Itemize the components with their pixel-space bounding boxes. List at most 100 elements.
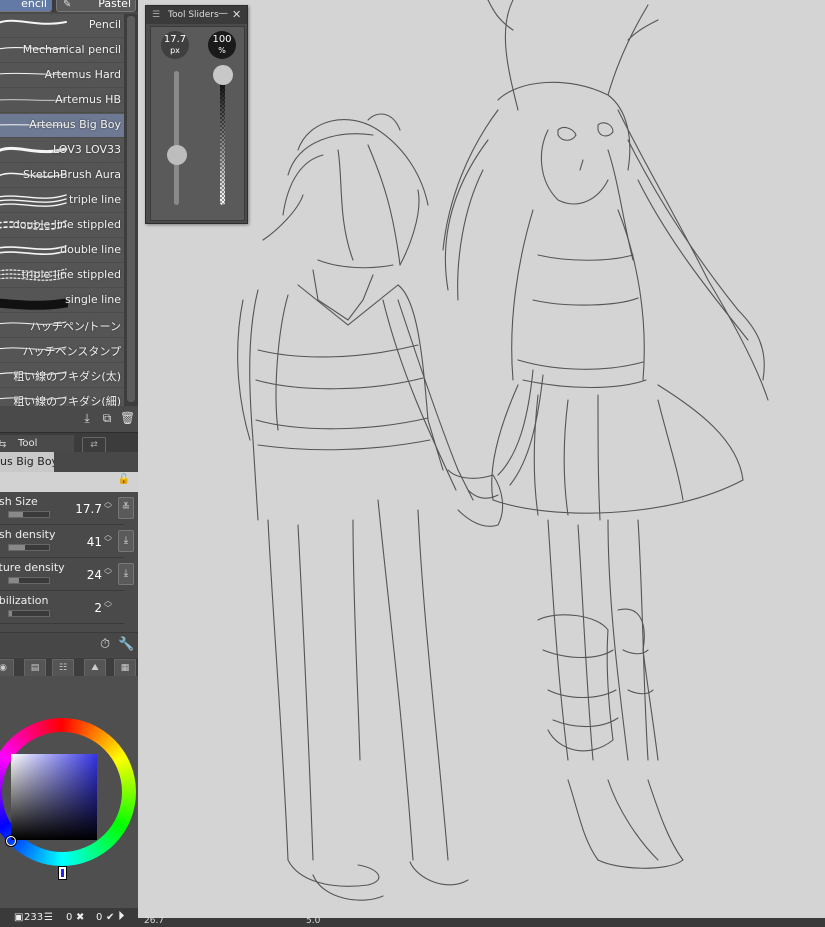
brush-item[interactable]: ハッチペンスタンプ xyxy=(0,339,124,363)
brush-item[interactable]: Artemus HB xyxy=(0,89,124,113)
tab-intermediate-color[interactable]: ⛰ xyxy=(84,659,106,677)
status-count: 233 xyxy=(24,912,44,923)
left-panel: encil ✎ Pastel Pencil Mechanical pencil Art… xyxy=(0,0,138,927)
brush-item[interactable]: LOV3 LOV33 xyxy=(0,139,124,163)
brush-item[interactable]: Mechanical pencil xyxy=(0,39,124,63)
size-unit: px xyxy=(170,46,180,55)
close-icon[interactable]: ✕ xyxy=(232,6,241,24)
tab-color-set[interactable]: ☷ xyxy=(52,659,74,677)
tab-pencil[interactable]: encil xyxy=(0,0,52,12)
spinner-icon[interactable]: ︿ ﹀ xyxy=(104,597,112,613)
brush-item-label: Artemus Hard xyxy=(44,68,121,81)
tool-param-row: xture density 24︿﹀ ⤓ xyxy=(0,558,134,591)
param-value[interactable]: 17.7 xyxy=(75,502,102,516)
brush-list-actions: ⤓ ⧉ 🗑 xyxy=(0,408,138,430)
brush-item[interactable]: Artemus Big Boy xyxy=(0,114,124,138)
opacity-value: 100 xyxy=(212,34,232,45)
brush-tabs: encil ✎ Pastel xyxy=(0,0,138,12)
sv-cursor[interactable] xyxy=(6,836,16,846)
tab-sub-tool-detail[interactable]: ⇄ xyxy=(82,437,106,453)
param-value[interactable]: 2 xyxy=(94,601,102,615)
size-badge: 17.7 px xyxy=(161,31,189,59)
pressure-icon[interactable]: ⤓ xyxy=(118,530,134,552)
opacity-slider-thumb[interactable] xyxy=(213,65,233,85)
brush-item[interactable]: double line xyxy=(0,239,124,263)
brush-item[interactable]: Artemus Hard xyxy=(0,64,124,88)
brush-item-label: Artemus HB xyxy=(55,93,121,106)
opacity-badge: 100 % xyxy=(208,31,236,59)
duplicate-icon[interactable]: ⧉ xyxy=(100,411,114,425)
left-status-bar: ▣ 233 ☰ 0 ✖ 0 ✔ ⏵ xyxy=(0,908,138,927)
wrench-icon[interactable]: 🔧 xyxy=(118,637,134,652)
angle-value[interactable]: 5.0 xyxy=(306,916,320,926)
status-b: 0 xyxy=(96,912,103,923)
param-label: abilization xyxy=(0,594,49,607)
brush-item[interactable]: triple line stippled xyxy=(0,264,124,288)
param-slider[interactable] xyxy=(8,610,50,617)
brush-stroke-preview xyxy=(0,298,68,310)
tool-param-row: abilization 2︿﹀ xyxy=(0,591,124,624)
size-slider-track[interactable] xyxy=(174,71,179,205)
saturation-value-square[interactable] xyxy=(11,754,97,840)
tool-settings-footer: ⏱ 🔧 xyxy=(0,632,138,657)
tab-color-slider[interactable]: ▤ xyxy=(24,659,46,677)
brush-item-label: SketchBrush Aura xyxy=(22,168,121,181)
brush-item[interactable]: triple line xyxy=(0,189,124,213)
param-slider[interactable] xyxy=(8,577,50,584)
brush-item[interactable]: single line xyxy=(0,289,124,313)
brush-list-scrollbar[interactable] xyxy=(124,14,138,406)
pressure-icon[interactable]: ⤓ xyxy=(118,563,134,585)
size-value: 17.7 xyxy=(163,34,187,45)
brush-item[interactable]: SketchBrush Aura xyxy=(0,164,124,188)
play-icon[interactable]: ⏵ xyxy=(118,909,125,924)
tool-sliders-titlebar[interactable]: ☰ Tool Sliders — ✕ xyxy=(146,6,247,24)
minimize-icon[interactable]: — xyxy=(218,5,228,23)
spinner-icon[interactable]: ︿ ﹀ xyxy=(104,564,112,580)
brush-item-label: 粗い線のフキダシ(太) xyxy=(13,370,121,383)
spinner-icon[interactable]: ︿ ﹀ xyxy=(104,498,112,514)
tool-param-row: ush density 41︿﹀ ⤓ xyxy=(0,525,134,558)
tool-sliders-body: 17.7 px 100 % xyxy=(150,26,245,221)
tool-sliders-panel: ☰ Tool Sliders — ✕ 17.7 px 100 % xyxy=(145,5,248,224)
brush-item[interactable]: double line stippled xyxy=(0,214,124,238)
trash-icon[interactable]: 🗑 xyxy=(120,411,135,425)
spinner-icon[interactable]: ︿ ﹀ xyxy=(104,531,112,547)
scrollbar-thumb[interactable] xyxy=(127,16,135,402)
brush-item-label: double line xyxy=(60,243,121,256)
param-slider[interactable] xyxy=(8,544,50,551)
brush-item[interactable]: 粗い線のフキダシ(細) xyxy=(0,389,124,406)
opacity-slider-track[interactable] xyxy=(220,71,225,205)
hue-cursor[interactable] xyxy=(58,866,67,880)
size-slider-thumb[interactable] xyxy=(167,145,187,166)
param-slider-fill xyxy=(9,578,19,583)
brush-item-label: triple line stippled xyxy=(21,268,121,281)
brush-item[interactable]: 粗い線のフキダシ(太) xyxy=(0,364,124,388)
pressure-icon[interactable]: ≚ xyxy=(118,497,134,519)
param-slider-fill xyxy=(9,611,12,616)
param-value[interactable]: 41 xyxy=(87,535,102,549)
tool-sliders-title: Tool Sliders xyxy=(168,10,219,20)
zoom-value[interactable]: 26.7 xyxy=(144,916,164,926)
param-slider-fill xyxy=(9,545,25,550)
brush-item-label: ハッチペンスタンプ xyxy=(22,345,121,358)
brush-item-label: double line stippled xyxy=(12,218,121,231)
color-wheel-panel xyxy=(0,676,138,908)
param-value[interactable]: 24 xyxy=(87,568,102,582)
tab-color-wheel[interactable]: ◉ xyxy=(0,659,14,677)
brush-item[interactable]: ハッチペン/トーン xyxy=(0,314,124,338)
grip-icon[interactable]: ☰ xyxy=(152,6,160,24)
param-slider[interactable] xyxy=(8,511,50,518)
brush-item-label: Artemus Big Boy xyxy=(29,118,121,131)
status-a: 0 xyxy=(66,912,73,923)
brush-item[interactable]: Pencil xyxy=(0,14,124,38)
lock-icon[interactable]: 🔓 xyxy=(118,474,130,485)
opacity-unit: % xyxy=(218,46,226,55)
brush-item-label: single line xyxy=(65,293,121,306)
tab-pencil-label: encil xyxy=(21,0,47,10)
import-icon[interactable]: ⤓ xyxy=(80,411,94,425)
stopwatch-icon[interactable]: ⏱ xyxy=(100,637,110,652)
tab-pastel[interactable]: ✎ Pastel xyxy=(56,0,136,12)
tab-color-history[interactable]: ▦ xyxy=(114,659,136,677)
param-label: xture density xyxy=(0,561,65,574)
tab-tool-settings[interactable]: ⇆Tool Settings xyxy=(0,435,74,467)
